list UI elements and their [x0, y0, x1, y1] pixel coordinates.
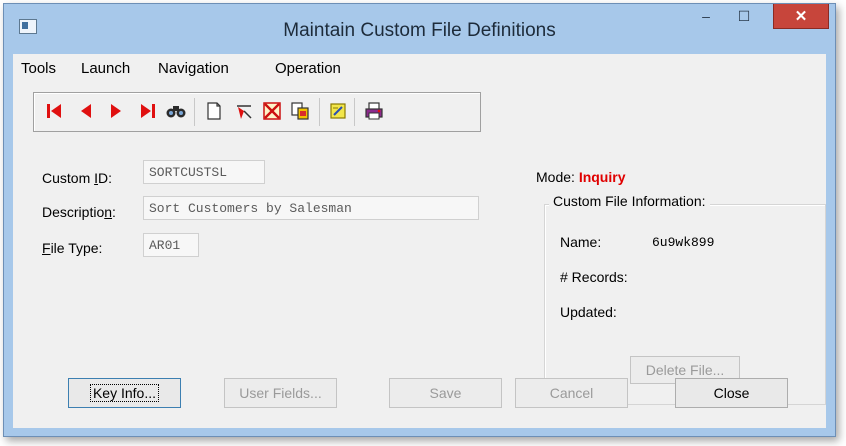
description-label-text: Descriptio: [42, 204, 105, 220]
custom-id-field[interactable]: SORTCUSTSL: [143, 160, 265, 184]
file-type-label-accel: F: [42, 240, 51, 256]
print-icon[interactable]: [362, 99, 386, 123]
close-window-button[interactable]: ✕: [773, 4, 829, 29]
records-label: # Records:: [560, 269, 628, 285]
description-label: Description:: [42, 204, 116, 220]
key-info-button[interactable]: Key Info...: [68, 378, 181, 408]
toolbar-separator: [354, 98, 355, 126]
delete-icon[interactable]: [260, 99, 284, 123]
first-record-icon[interactable]: [42, 99, 66, 123]
cancel-button[interactable]: Cancel: [515, 378, 628, 408]
client-area: Tools Launch Navigation Operation Custom…: [13, 54, 826, 428]
title-bar[interactable]: Maintain Custom File Definitions ‒ ☐ ✕: [4, 4, 835, 54]
last-record-icon[interactable]: [136, 99, 160, 123]
name-value: 6u9wk899: [652, 235, 715, 250]
maximize-button[interactable]: ☐: [728, 4, 760, 28]
mode-label: Mode:: [536, 169, 579, 185]
toolbar-separator: [194, 98, 195, 126]
menu-launch[interactable]: Launch: [81, 60, 130, 77]
toolbar: [33, 92, 481, 132]
menu-operation[interactable]: Operation: [275, 60, 341, 77]
previous-record-icon[interactable]: [74, 99, 98, 123]
find-icon[interactable]: [164, 99, 188, 123]
menu-navigation[interactable]: Navigation: [158, 60, 229, 77]
file-type-field[interactable]: AR01: [143, 233, 199, 257]
description-field[interactable]: Sort Customers by Salesman: [143, 196, 479, 220]
notes-icon[interactable]: [326, 99, 350, 123]
updated-label: Updated:: [560, 304, 617, 320]
menu-tools[interactable]: Tools: [21, 60, 56, 77]
minimize-button[interactable]: ‒: [690, 4, 722, 28]
next-record-icon[interactable]: [104, 99, 128, 123]
custom-file-info-title: Custom File Information:: [549, 193, 710, 209]
save-button[interactable]: Save: [389, 378, 502, 408]
file-type-label-rest: ile Type:: [50, 240, 103, 256]
user-fields-button[interactable]: User Fields...: [224, 378, 337, 408]
custom-id-label-text: Custom: [42, 170, 95, 186]
new-document-icon[interactable]: [202, 99, 226, 123]
clear-icon[interactable]: [232, 99, 256, 123]
mode-value: Inquiry: [578, 169, 626, 185]
description-label-rest: :: [112, 204, 116, 220]
key-info-label: Key Info...: [89, 384, 160, 402]
close-button[interactable]: Close: [675, 378, 788, 408]
custom-id-label-rest: D:: [98, 170, 113, 186]
file-type-label: File Type:: [42, 240, 102, 256]
name-label: Name:: [560, 234, 602, 250]
description-label-accel: n: [104, 204, 113, 220]
main-window: Maintain Custom File Definitions ‒ ☐ ✕ T…: [3, 3, 836, 437]
menu-bar: Tools Launch Navigation Operation: [13, 54, 826, 82]
mode-indicator: Mode: Inquiry: [536, 169, 625, 185]
toolbar-separator: [319, 98, 320, 126]
copy-icon[interactable]: [288, 99, 312, 123]
custom-id-label: Custom ID:: [42, 170, 112, 186]
